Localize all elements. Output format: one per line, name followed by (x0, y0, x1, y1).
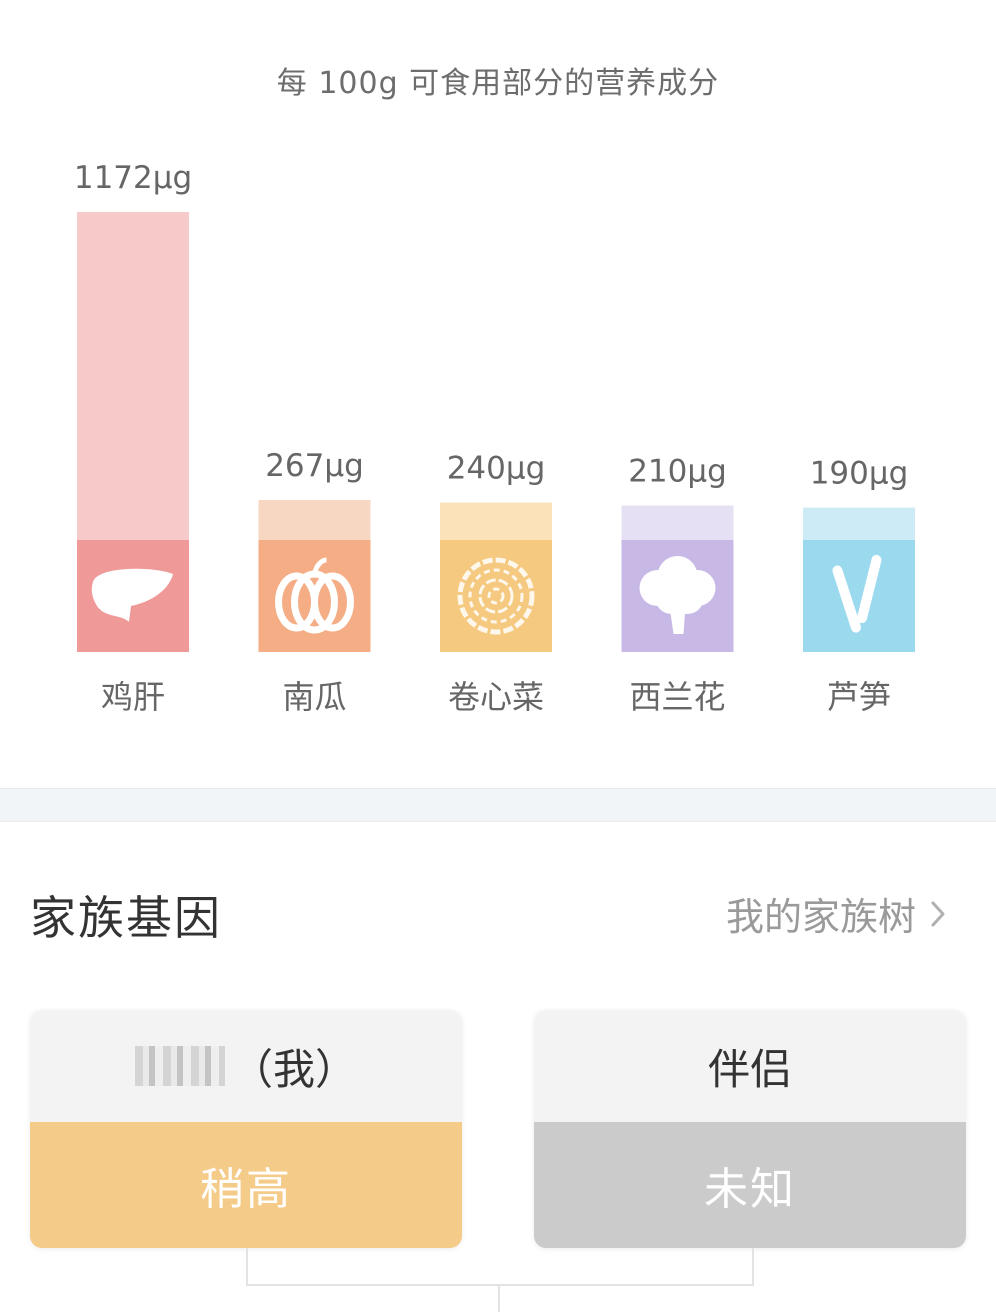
bar-upper-0 (77, 212, 189, 540)
bar-value-label: 1172μg (74, 160, 192, 196)
bar-lower-2 (440, 540, 552, 652)
member-name-label: （我） (230, 1044, 357, 1094)
chevron-right-icon (930, 899, 946, 929)
member-name: （我） (30, 1010, 462, 1122)
bar-upper-1 (258, 500, 371, 540)
member-card-partner[interactable]: 伴侣 未知 (534, 1010, 966, 1248)
bar-value-label: 267μg (265, 448, 364, 484)
family-genes-title: 家族基因 (30, 891, 222, 945)
bar-category-label: 西兰花 (629, 678, 725, 716)
bar-category-label: 南瓜 (282, 678, 346, 716)
bar-category-label: 鸡肝 (101, 678, 165, 716)
bar-chart: 1172μg 鸡肝 267μg 南瓜 240μg 卷心菜 210μg 西兰花 190μg 芦笋 (74, 160, 915, 716)
member-name: 伴侣 (534, 1010, 966, 1122)
tree-connector (246, 1248, 754, 1286)
section-divider (0, 788, 996, 822)
blurred-name-image (134, 1046, 225, 1086)
family-tree-link-label: 我的家族树 (725, 895, 916, 939)
bar-value-label: 210μg (628, 454, 727, 490)
bar-value-label: 190μg (810, 456, 909, 492)
member-status: 稍高 (30, 1122, 462, 1248)
bar-lower-4 (803, 540, 915, 652)
bar-upper-3 (621, 505, 734, 540)
bar-upper-4 (803, 507, 915, 540)
bar-upper-2 (440, 502, 552, 540)
family-tree-link[interactable]: 我的家族树 (726, 886, 946, 941)
tree-connector-stem (498, 1284, 500, 1312)
member-card-me[interactable]: （我） 稍高 (30, 1010, 462, 1248)
bar-category-label: 芦笋 (827, 678, 891, 716)
bar-category-label: 卷心菜 (448, 678, 544, 716)
bar-value-label: 240μg (447, 451, 546, 487)
member-status: 未知 (534, 1122, 966, 1248)
